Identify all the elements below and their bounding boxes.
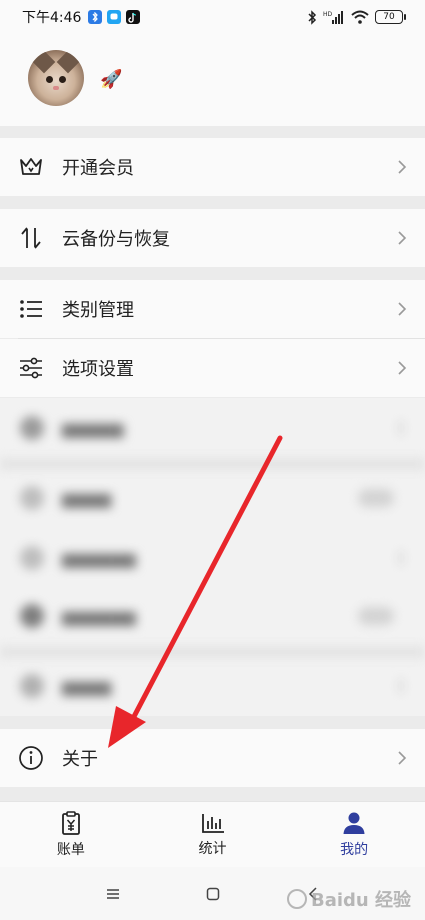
chevron-right-icon (391, 230, 413, 246)
chevron-right-icon (391, 750, 413, 766)
blurred-menu-region: ▆▆▆▆▆ ▆▆▆▆ ▆▆▆▆▆▆ ▆▆▆▆▆▆ ▆▆▆▆ (0, 398, 425, 716)
hamburger-icon (106, 888, 119, 899)
paw-icon (286, 889, 307, 909)
svg-text:HD: HD (323, 11, 333, 18)
square-icon (206, 887, 219, 900)
status-left: 下午4:46 (22, 7, 141, 27)
battery-indicator: 70 (375, 10, 406, 24)
menu-button[interactable] (101, 882, 125, 906)
menu-item-label: 开通会员 (62, 158, 134, 179)
menu-item-label: 关于 (62, 749, 98, 770)
crown-icon (18, 154, 44, 180)
list-icon (18, 296, 44, 322)
signal-icon: HD (323, 11, 343, 24)
chevron-right-icon (391, 301, 413, 317)
menu-item-label: 类别管理 (62, 300, 134, 321)
blurred-row: ▆▆▆▆▆ (8, 402, 408, 454)
menu-item-about[interactable]: 关于 (0, 729, 425, 787)
chevron-right-icon (391, 360, 413, 376)
status-bar: 下午4:46 HD 70 (0, 0, 425, 34)
chevron-right-icon (391, 159, 413, 175)
status-right: HD 70 (307, 9, 406, 25)
sync-arrows-icon (18, 225, 44, 251)
watermark-text: Baidu 经验 (310, 890, 411, 911)
bar-chart-icon (201, 813, 224, 833)
menu-item-backup[interactable]: 云备份与恢复 (0, 209, 425, 267)
menu-item-label: 云备份与恢复 (62, 229, 170, 250)
tab-label: 我的 (340, 841, 369, 858)
menu-item-category[interactable]: 类别管理 (0, 280, 425, 338)
wifi-icon (351, 10, 369, 24)
profile-header: 🚀 (0, 34, 425, 126)
menu-item-vip[interactable]: 开通会员 (0, 138, 425, 196)
info-icon (18, 745, 44, 771)
tab-label: 账单 (56, 841, 85, 858)
tab-label: 统计 (198, 840, 227, 857)
tab-bill[interactable]: 账单 (0, 802, 142, 867)
receipt-icon (61, 810, 80, 835)
blurred-row: ▆▆▆▆▆▆ (8, 532, 408, 584)
menu-item-options[interactable]: 选项设置 (0, 339, 425, 397)
tiktok-app-icon (126, 10, 141, 24)
blurred-row: ▆▆▆▆ (8, 660, 408, 712)
menu-item-label: 选项设置 (62, 359, 134, 380)
chat-app-icon (107, 10, 122, 24)
status-time: 下午4:46 (22, 10, 82, 26)
home-button[interactable] (201, 882, 225, 906)
avatar[interactable] (28, 50, 84, 106)
tab-mine[interactable]: 我的 (283, 802, 425, 867)
blurred-row: ▆▆▆▆▆▆ (8, 590, 408, 642)
rocket-icon[interactable]: 🚀 (100, 70, 122, 90)
sliders-icon (18, 355, 44, 381)
bottom-tab-bar: 账单 统计 我的 (0, 801, 425, 867)
blurred-row: ▆▆▆▆ (8, 472, 408, 524)
person-icon (343, 812, 365, 834)
baidu-watermark: Baidu 经验 (286, 886, 411, 912)
bluetooth-icon (308, 9, 317, 25)
tab-stats[interactable]: 统计 (142, 802, 284, 867)
bluetooth-app-icon (88, 10, 103, 24)
